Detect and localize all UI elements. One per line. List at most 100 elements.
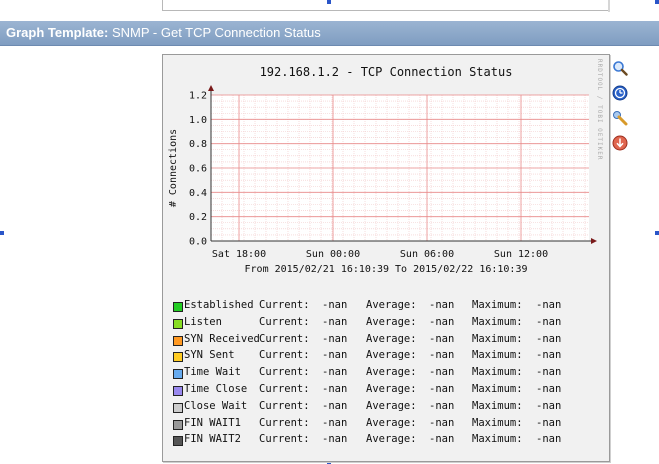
legend-current-value: -nan: [322, 416, 348, 429]
legend-average-label: Average:: [366, 416, 417, 429]
legend-average-label: Average:: [366, 315, 417, 328]
legend-maximum-label: Maximum:: [472, 332, 523, 345]
legend-series-name: SYN Sent: [184, 349, 235, 362]
zoom-graph-icon[interactable]: [612, 60, 628, 76]
legend-average-label: Average:: [366, 399, 417, 412]
legend-swatch: [173, 419, 183, 430]
legend-average-label: Average:: [366, 383, 417, 395]
legend-current-label: Current:: [259, 416, 310, 429]
x-tick-label: Sun 06:00: [400, 249, 454, 260]
y-tick-label: 0.2: [189, 212, 207, 223]
legend-maximum-value: -nan: [536, 299, 562, 311]
legend-maximum-value: -nan: [536, 349, 562, 362]
legend-current-label: Current:: [259, 433, 310, 446]
y-tick-label: 1.2: [189, 91, 207, 102]
legend-swatch: [173, 318, 183, 329]
resize-handle-top-right[interactable]: [655, 0, 659, 4]
legend-current-value: -nan: [322, 433, 348, 446]
y-tick-label: 0.0: [189, 237, 207, 248]
legend-average-label: Average:: [366, 349, 417, 362]
legend-maximum-label: Maximum:: [472, 433, 523, 446]
legend-maximum-value: -nan: [536, 332, 562, 345]
y-axis-label: # Connections: [168, 129, 179, 207]
legend-maximum-label: Maximum:: [472, 399, 523, 412]
legend-maximum-value: -nan: [536, 315, 562, 328]
legend-average-label: Average:: [366, 299, 417, 311]
legend-average-value: -nan: [429, 366, 455, 379]
legend-current-value: -nan: [322, 366, 348, 379]
legend-series-name: Close Wait: [184, 399, 248, 412]
legend-series-name: Listen: [184, 315, 222, 328]
graph-template-label: Graph Template: SNMP - Get TCP Connectio…: [6, 25, 321, 40]
y-tick-label: 0.6: [189, 164, 207, 175]
legend-swatch: [173, 436, 183, 447]
resize-handle-right[interactable]: [655, 231, 659, 235]
legend-series-name: FIN WAIT1: [184, 416, 241, 429]
legend-swatch: [173, 335, 183, 346]
legend-average-value: -nan: [429, 332, 455, 345]
legend-current-value: -nan: [322, 383, 348, 395]
legend-swatch: [173, 302, 183, 312]
export-csv-icon[interactable]: [612, 135, 628, 151]
legend-series-name: SYN Received: [184, 332, 260, 345]
rrd-graph-image[interactable]: 192.168.1.2 - TCP Connection Status RRDT…: [162, 54, 610, 462]
graph-template-key: Graph Template:: [6, 25, 109, 40]
legend-current-value: -nan: [322, 349, 348, 362]
x-tick-label: Sun 12:00: [494, 249, 548, 260]
previous-panel-box: [162, 0, 610, 11]
legend-swatch: [173, 352, 183, 363]
y-tick-label: 1.0: [189, 115, 207, 126]
legend-maximum-label: Maximum:: [472, 315, 523, 328]
legend-average-label: Average:: [366, 332, 417, 345]
x-tick-label: Sun 00:00: [306, 249, 360, 260]
legend-average-label: Average:: [366, 366, 417, 379]
y-tick-label: 0.4: [189, 188, 207, 199]
legend-maximum-value: -nan: [536, 399, 562, 412]
legend-current-label: Current:: [259, 349, 310, 362]
legend-maximum-value: -nan: [536, 416, 562, 429]
legend-maximum-label: Maximum:: [472, 299, 523, 311]
legend-current-label: Current:: [259, 366, 310, 379]
legend-current-value: -nan: [322, 399, 348, 412]
legend-series-name: FIN WAIT2: [184, 433, 241, 446]
legend-current-label: Current:: [259, 315, 310, 328]
graph-properties-icon[interactable]: [612, 110, 628, 126]
legend-current-label: Current:: [259, 299, 310, 311]
x-axis-arrow: [591, 238, 597, 244]
legend-current-label: Current:: [259, 332, 310, 345]
legend-average-value: -nan: [429, 315, 455, 328]
legend-maximum-label: Maximum:: [472, 366, 523, 379]
legend-current-label: Current:: [259, 383, 310, 395]
legend-current-label: Current:: [259, 399, 310, 412]
legend-maximum-value: -nan: [536, 366, 562, 379]
y-tick-label: 0.8: [189, 139, 207, 150]
legend-maximum-label: Maximum:: [472, 416, 523, 429]
previous-panel-shadow: [608, 0, 610, 12]
graph-template-name: SNMP - Get TCP Connection Status: [111, 25, 321, 40]
legend-swatch: [173, 369, 183, 380]
legend-average-value: -nan: [429, 399, 455, 412]
y-axis-arrow: [208, 85, 214, 91]
legend-maximum-value: -nan: [536, 383, 562, 395]
legend-series-name: Time Wait: [184, 366, 241, 379]
legend-maximum-label: Maximum:: [472, 383, 523, 395]
legend-series-name: Established: [184, 299, 254, 311]
legend-series-name: Time Close: [184, 383, 248, 395]
legend-swatch: [173, 386, 183, 396]
legend-swatch: [173, 402, 183, 413]
legend-maximum-label: Maximum:: [472, 349, 523, 362]
legend-current-value: -nan: [322, 299, 348, 311]
legend-average-value: -nan: [429, 433, 455, 446]
plot-area: 0.0 0.2 0.4 0.6 0.8 1.0 1.2 Sat 18:00 Sun 00:00 S…: [168, 85, 597, 260]
legend-average-value: -nan: [429, 416, 455, 429]
time-span-icon[interactable]: [612, 85, 628, 101]
resize-handle-top[interactable]: [327, 0, 331, 4]
legend-current-value: -nan: [322, 315, 348, 328]
resize-handle-left[interactable]: [0, 231, 4, 235]
legend-maximum-value: -nan: [536, 433, 562, 446]
legend-average-value: -nan: [429, 349, 455, 362]
legend-average-label: Average:: [366, 433, 417, 446]
legend-average-value: -nan: [429, 383, 455, 395]
x-tick-label: Sat 18:00: [212, 249, 266, 260]
graph-template-header: Graph Template: SNMP - Get TCP Connectio…: [0, 21, 659, 46]
